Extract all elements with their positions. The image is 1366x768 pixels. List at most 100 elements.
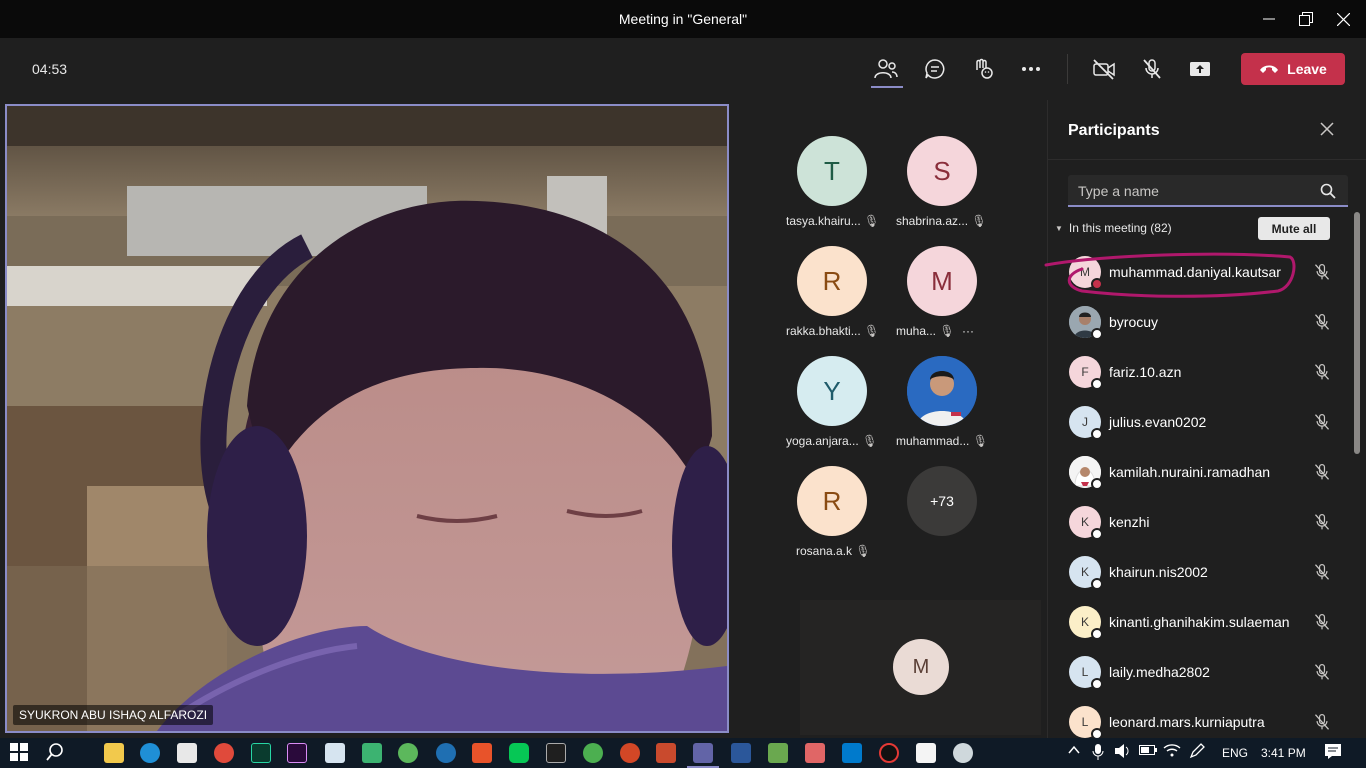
clock[interactable]: 3:41 PM bbox=[1261, 746, 1306, 760]
line-icon[interactable] bbox=[509, 743, 529, 763]
participant-tile[interactable]: Y yoga.anjara... 🎙 bbox=[760, 320, 877, 448]
main-video-feed[interactable]: SYUKRON ABU ISHAQ ALFAROZI bbox=[5, 104, 729, 733]
edge-icon[interactable] bbox=[140, 743, 160, 763]
status-dot bbox=[1091, 528, 1103, 540]
app-icon[interactable] bbox=[805, 743, 825, 763]
participant-tile[interactable]: M muha... 🎙 ··· bbox=[870, 210, 980, 338]
participant-tile[interactable]: R rosana.a.k 🎙 bbox=[760, 430, 871, 558]
avatar: R bbox=[797, 246, 867, 316]
terminal-icon[interactable] bbox=[546, 743, 566, 763]
in-meeting-section-header[interactable]: ▼ In this meeting (82) bbox=[1055, 221, 1172, 235]
list-item[interactable]: byrocuy bbox=[1048, 298, 1353, 348]
windows-start-icon[interactable] bbox=[10, 743, 30, 763]
mic-off-icon: 🎙 bbox=[855, 544, 871, 558]
wifi-icon[interactable] bbox=[1163, 743, 1183, 763]
participants-icon[interactable] bbox=[869, 52, 903, 86]
app-icon[interactable] bbox=[583, 743, 603, 763]
status-dot bbox=[1091, 478, 1103, 490]
list-item[interactable]: L laily.medha2802 bbox=[1048, 648, 1353, 698]
raise-hand-icon[interactable] bbox=[966, 52, 1000, 86]
tray-chevron-up-icon[interactable] bbox=[1067, 743, 1087, 763]
avatar: R bbox=[797, 466, 867, 536]
battery-icon[interactable] bbox=[1139, 743, 1159, 763]
mic-off-icon[interactable] bbox=[1313, 413, 1331, 436]
word-icon[interactable] bbox=[731, 743, 751, 763]
chrome-icon[interactable] bbox=[214, 743, 234, 763]
panel-divider bbox=[1048, 159, 1366, 160]
tray-mic-icon[interactable] bbox=[1091, 743, 1111, 763]
avatar: M bbox=[893, 639, 949, 695]
recorder-icon[interactable] bbox=[879, 743, 899, 763]
status-dot bbox=[1091, 328, 1103, 340]
list-item[interactable]: K kinanti.ghanihakim.sulaeman bbox=[1048, 598, 1353, 648]
tile-name: rosana.a.k 🎙 bbox=[796, 544, 871, 558]
file-explorer-icon[interactable] bbox=[104, 743, 124, 763]
self-preview-tile[interactable]: M bbox=[800, 600, 1041, 735]
mic-off-icon[interactable] bbox=[1313, 313, 1331, 336]
leave-label: Leave bbox=[1287, 61, 1327, 77]
notifications-icon[interactable] bbox=[1324, 743, 1344, 763]
app-icon[interactable] bbox=[768, 743, 788, 763]
participant-search bbox=[1068, 175, 1348, 207]
participant-tile[interactable]: T tasya.khairu... 🎙 bbox=[760, 100, 879, 228]
scrollbar-thumb[interactable] bbox=[1354, 212, 1360, 454]
search-input[interactable] bbox=[1078, 181, 1308, 201]
list-item[interactable]: J julius.evan0202 bbox=[1048, 398, 1353, 448]
mic-off-icon[interactable] bbox=[1313, 613, 1331, 636]
media-player-icon[interactable] bbox=[362, 743, 382, 763]
mic-off-icon[interactable] bbox=[1313, 463, 1331, 486]
audition-icon[interactable] bbox=[251, 743, 271, 763]
panel-title: Participants bbox=[1068, 122, 1160, 139]
search-taskbar-icon[interactable] bbox=[46, 743, 66, 763]
share-screen-icon[interactable] bbox=[1183, 52, 1217, 86]
participant-tile[interactable]: R rakka.bhakti... 🎙 bbox=[760, 210, 879, 338]
participant-tile[interactable]: muhammad... 🎙 bbox=[870, 320, 988, 448]
store-icon[interactable] bbox=[177, 743, 197, 763]
list-item[interactable]: K kenzhi bbox=[1048, 498, 1353, 548]
acrobat-icon[interactable] bbox=[472, 743, 492, 763]
app-icon[interactable] bbox=[953, 743, 973, 763]
close-window-icon[interactable] bbox=[1320, 0, 1366, 38]
leave-button[interactable]: Leave bbox=[1241, 53, 1345, 85]
close-panel-icon[interactable] bbox=[1320, 122, 1340, 142]
utorrent-icon[interactable] bbox=[398, 743, 418, 763]
mic-off-icon[interactable] bbox=[1313, 263, 1331, 286]
chevron-down-icon: ▼ bbox=[1055, 223, 1063, 233]
search-icon[interactable] bbox=[1320, 183, 1336, 204]
camera-off-icon[interactable] bbox=[1087, 52, 1121, 86]
list-item[interactable]: M muhammad.daniyal.kautsar bbox=[1048, 248, 1353, 298]
vscode-icon[interactable] bbox=[842, 743, 862, 763]
pen-icon[interactable] bbox=[1189, 743, 1209, 763]
list-item[interactable]: F fariz.10.azn bbox=[1048, 348, 1353, 398]
teams-icon[interactable] bbox=[693, 743, 713, 763]
participant-tile[interactable]: S shabrina.az... 🎙 bbox=[870, 100, 987, 228]
webex-icon[interactable] bbox=[436, 743, 456, 763]
chat-icon[interactable] bbox=[918, 52, 952, 86]
mic-off-icon[interactable] bbox=[1313, 563, 1331, 586]
app-icon[interactable] bbox=[916, 743, 936, 763]
title-bar: Meeting in "General" bbox=[0, 0, 1366, 38]
list-item[interactable]: K khairun.nis2002 bbox=[1048, 548, 1353, 598]
powerpoint-icon[interactable] bbox=[620, 743, 640, 763]
more-participants-count: +73 bbox=[907, 466, 977, 536]
mute-all-button[interactable]: Mute all bbox=[1258, 217, 1330, 240]
mic-off-icon[interactable] bbox=[1135, 52, 1169, 86]
participant-name: khairun.nis2002 bbox=[1109, 564, 1208, 580]
participant-name: laily.medha2802 bbox=[1109, 664, 1210, 680]
status-dot bbox=[1091, 278, 1103, 290]
list-item[interactable]: kamilah.nuraini.ramadhan bbox=[1048, 448, 1353, 498]
mic-off-icon[interactable] bbox=[1313, 513, 1331, 536]
status-dot bbox=[1091, 378, 1103, 390]
more-participants-tile[interactable]: +73 bbox=[870, 430, 980, 540]
participant-name: kamilah.nuraini.ramadhan bbox=[1109, 464, 1271, 480]
mic-off-icon[interactable] bbox=[1313, 663, 1331, 686]
volume-icon[interactable] bbox=[1114, 743, 1134, 763]
participants-panel: Participants ▼ In this meeting (82) Mute… bbox=[1047, 100, 1366, 740]
notepad-icon[interactable] bbox=[325, 743, 345, 763]
mic-off-icon[interactable] bbox=[1313, 713, 1331, 736]
language-indicator[interactable]: ENG bbox=[1222, 746, 1248, 760]
mic-off-icon[interactable] bbox=[1313, 363, 1331, 386]
premiere-icon[interactable] bbox=[287, 743, 307, 763]
more-options-icon[interactable] bbox=[1014, 52, 1048, 86]
app-icon[interactable] bbox=[656, 743, 676, 763]
